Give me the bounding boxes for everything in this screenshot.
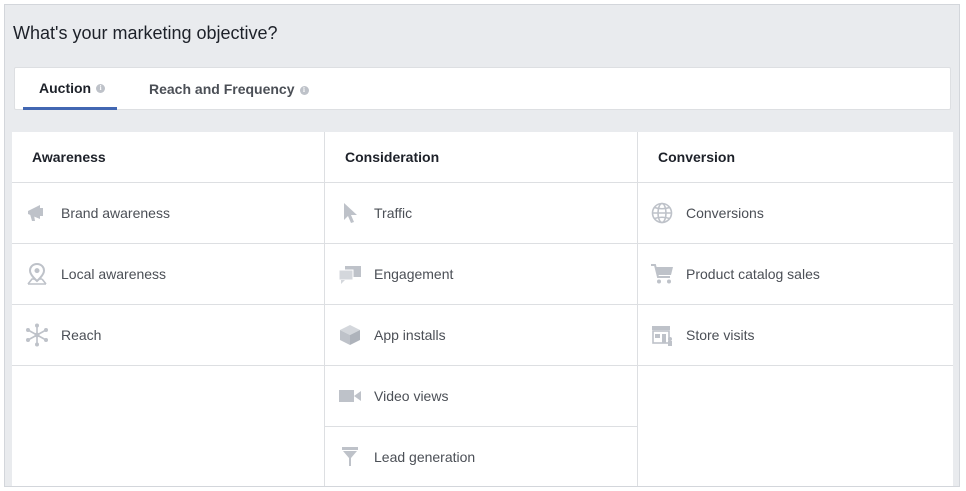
column-header: Awareness: [12, 132, 324, 183]
tab-auction-label: Auction: [39, 79, 92, 96]
objectives-grid: Awareness Brand awareness Local awarenes…: [12, 132, 953, 486]
info-icon[interactable]: i: [96, 84, 106, 93]
funnel-icon: [338, 445, 362, 469]
column-header: Consideration: [325, 132, 637, 183]
objective-label: Traffic: [374, 205, 413, 221]
objective-lead-generation[interactable]: Lead generation: [325, 427, 637, 486]
location-pin-icon: [25, 262, 49, 286]
objective-label: Store visits: [686, 327, 755, 343]
objective-label: App installs: [374, 327, 446, 343]
objective-store-visits[interactable]: Store visits: [638, 305, 953, 366]
box-icon: [338, 323, 362, 347]
column-consideration: Consideration Traffic Engagement App ins…: [325, 132, 638, 486]
video-camera-icon: [338, 384, 362, 408]
objective-label: Video views: [374, 388, 449, 404]
objective-label: Reach: [61, 327, 102, 343]
info-icon[interactable]: i: [299, 85, 309, 95]
globe-icon: [650, 201, 674, 225]
storefront-icon: [650, 323, 674, 347]
objective-engagement[interactable]: Engagement: [325, 244, 637, 305]
column-conversion: Conversion Conversions Product catalog s…: [638, 132, 953, 486]
objective-label: Conversions: [686, 205, 764, 221]
tab-reach-and-frequency[interactable]: Reach and Frequency i: [149, 68, 309, 110]
objective-app-installs[interactable]: App installs: [325, 305, 637, 366]
objective-panel: What's your marketing objective? Auction…: [4, 4, 960, 487]
objective-video-views[interactable]: Video views: [325, 366, 637, 427]
buying-type-tabs: Auction i Reach and Frequency i: [14, 67, 951, 110]
tab-reach-label: Reach and Frequency: [149, 81, 295, 97]
chat-bubbles-icon: [338, 262, 362, 286]
objective-brand-awareness[interactable]: Brand awareness: [12, 183, 324, 244]
objective-label: Lead generation: [374, 449, 476, 465]
objective-conversions[interactable]: Conversions: [638, 183, 953, 244]
objective-label: Engagement: [374, 266, 454, 282]
page-title: What's your marketing objective?: [13, 23, 278, 43]
shopping-cart-icon: [650, 262, 674, 286]
megaphone-icon: [25, 201, 49, 225]
objective-label: Brand awareness: [61, 205, 170, 221]
column-header: Conversion: [638, 132, 953, 183]
objective-product-catalog-sales[interactable]: Product catalog sales: [638, 244, 953, 305]
objective-local-awareness[interactable]: Local awareness: [12, 244, 324, 305]
objective-reach[interactable]: Reach: [12, 305, 324, 366]
tab-auction[interactable]: Auction i: [23, 68, 117, 110]
objective-label: Local awareness: [61, 266, 167, 282]
objective-label: Product catalog sales: [686, 266, 820, 282]
asterisk-network-icon: [25, 323, 49, 347]
objective-traffic[interactable]: Traffic: [325, 183, 637, 244]
cursor-icon: [338, 201, 362, 225]
column-awareness: Awareness Brand awareness Local awarenes…: [12, 132, 325, 486]
